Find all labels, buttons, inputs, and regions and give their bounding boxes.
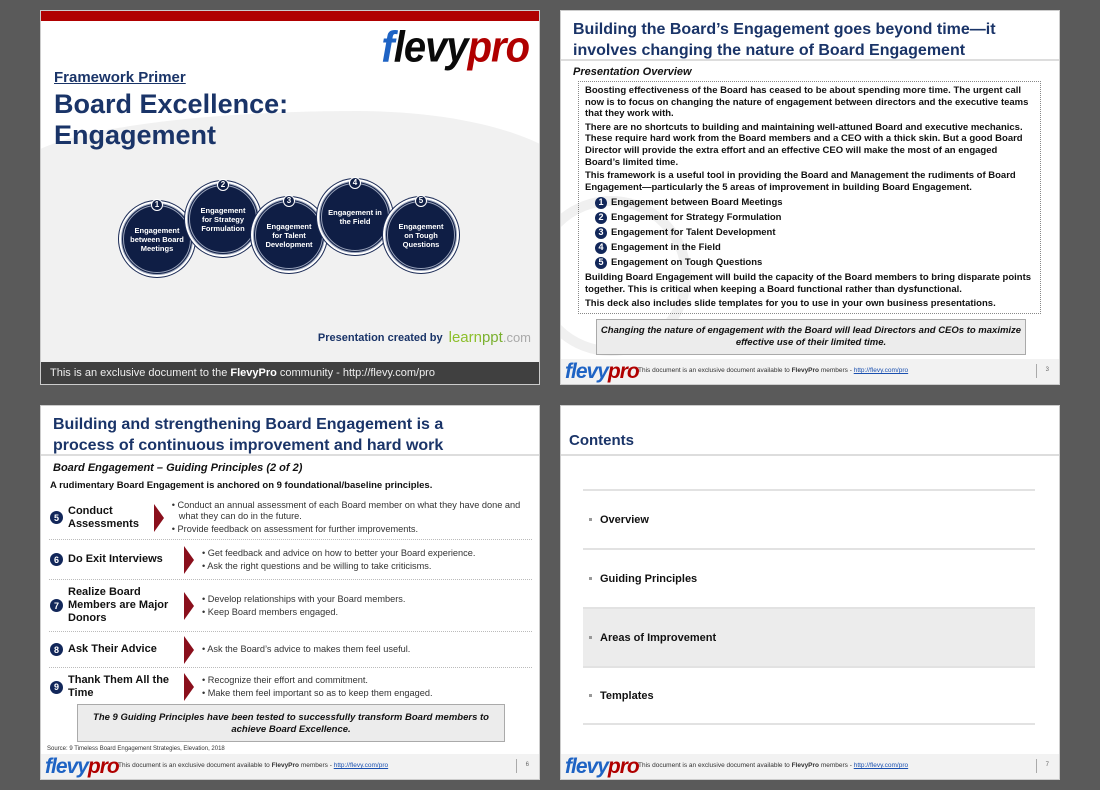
- slide-contents[interactable]: Contents Overview Guiding Principles Are…: [560, 405, 1060, 780]
- slide-footer: This is an exclusive document to the Fle…: [41, 362, 539, 384]
- number-badge: 1: [151, 199, 163, 211]
- overview-textbox: Boosting effectiveness of the Board has …: [578, 81, 1041, 314]
- areas-list: 1 Engagement between Board Meetings 2 Enga…: [585, 195, 1034, 270]
- flevy-link[interactable]: http://flevy.com/pro: [854, 367, 908, 374]
- principle-row: 5Conduct Assessments Conduct an annual a…: [49, 496, 532, 540]
- page-number: 3: [1045, 367, 1049, 373]
- slide-title: Building and strengthening Board Engagem…: [41, 406, 539, 456]
- principle-row: 6Do Exit Interviews Get feedback and adv…: [49, 540, 532, 580]
- flevypro-logo: flevypro: [381, 22, 530, 72]
- number-badge: 9: [50, 680, 63, 694]
- bullet-icon: [589, 518, 592, 521]
- engagement-circle: 3 Engagement for Talent Development: [253, 195, 325, 271]
- number-badge: 3: [595, 226, 607, 239]
- arrow-icon: [153, 503, 164, 532]
- header-divider: [561, 454, 1059, 456]
- slide-overview[interactable]: Building the Board’s Engagement goes bey…: [560, 10, 1060, 385]
- contents-list: Overview Guiding Principles Areas of Imp…: [583, 489, 1035, 725]
- slide-title[interactable]: flevypro Framework Primer Board Excellen…: [40, 10, 540, 385]
- top-accent-bar: [41, 11, 539, 21]
- callout-box: Changing the nature of engagement with t…: [596, 319, 1026, 355]
- slide-footer: flevypro This document is an exclusive d…: [561, 359, 1059, 384]
- toc-item-areas-of-improvement[interactable]: Areas of Improvement: [583, 607, 1035, 666]
- number-badge: 6: [50, 553, 63, 566]
- framework-primer-label: Framework Primer: [54, 69, 186, 86]
- slide-footer: flevypro This document is an exclusive d…: [561, 754, 1059, 779]
- number-badge: 7: [50, 599, 63, 612]
- principles-table: 5Conduct Assessments Conduct an annual a…: [49, 496, 532, 706]
- number-badge: 5: [415, 195, 427, 207]
- arrow-icon: [184, 635, 194, 664]
- slide-subtitle: Board Engagement – Guiding Principles (2…: [53, 462, 303, 474]
- engagement-circle: 2 Engagement for Strategy Formulation: [187, 179, 259, 255]
- page-number: 7: [1045, 762, 1049, 768]
- principle-row: 8Ask Their Advice Ask the Board’s advice…: [49, 632, 532, 668]
- divider: [1036, 759, 1037, 773]
- flevy-link[interactable]: http://flevy.com/pro: [334, 762, 388, 769]
- number-badge: 4: [595, 241, 607, 254]
- engagement-circle: 1 Engagement between Board Meetings: [121, 199, 193, 275]
- arrow-icon: [184, 545, 194, 574]
- source-note: Source: 9 Timeless Board Engagement Stra…: [47, 746, 225, 752]
- toc-item-templates[interactable]: Templates: [583, 666, 1035, 725]
- number-badge: 2: [217, 179, 229, 191]
- list-item: 4 Engagement in the Field: [595, 240, 1034, 255]
- list-item: 2 Engagement for Strategy Formulation: [595, 210, 1034, 225]
- learnppt-logo: learnppt.com: [448, 329, 531, 346]
- deck-title-line1: Board Excellence:: [54, 89, 289, 119]
- toc-item-overview[interactable]: Overview: [583, 489, 1035, 548]
- callout-box: The 9 Guiding Principles have been teste…: [77, 704, 505, 742]
- engagement-circle: 5 Engagement on Tough Questions: [385, 195, 457, 271]
- flevy-link[interactable]: http://flevy.com/pro: [854, 762, 908, 769]
- bullet-icon: [589, 636, 592, 639]
- number-badge: 3: [283, 195, 295, 207]
- list-item: 5 Engagement on Tough Questions: [595, 255, 1034, 270]
- principle-row: 9Thank Them All the Time Recognize their…: [49, 668, 532, 706]
- lead-text: A rudimentary Board Engagement is anchor…: [50, 480, 433, 491]
- slide-footer: flevypro This document is an exclusive d…: [41, 754, 539, 779]
- bullet-icon: [589, 577, 592, 580]
- deck-title-line2: Engagement: [54, 120, 217, 150]
- divider: [516, 759, 517, 773]
- presentation-credit: Presentation created by learnppt.com: [317, 329, 531, 346]
- flevypro-logo: flevypro: [565, 360, 640, 383]
- number-badge: 4: [349, 177, 361, 189]
- number-badge: 8: [50, 643, 63, 656]
- list-item: 1 Engagement between Board Meetings: [595, 195, 1034, 210]
- flevypro-logo: flevypro: [45, 755, 120, 778]
- slide-title: Contents: [569, 432, 634, 449]
- arrow-icon: [184, 673, 194, 701]
- principle-row: 7 Realize Board Members are Major Donors …: [49, 580, 532, 632]
- flevypro-logo: flevypro: [565, 755, 640, 778]
- slide-guiding-principles[interactable]: Building and strengthening Board Engagem…: [40, 405, 540, 780]
- deck-title: Board Excellence: Engagement: [54, 89, 288, 151]
- number-badge: 2: [595, 211, 607, 224]
- divider: [1036, 364, 1037, 378]
- engagement-circles: 1 Engagement between Board Meetings 2 Enga…: [121, 177, 457, 281]
- arrow-icon: [184, 591, 194, 620]
- page-number: 6: [525, 762, 529, 768]
- slide-title: Building the Board’s Engagement goes bey…: [561, 11, 1059, 61]
- number-badge: 1: [595, 196, 607, 209]
- list-item: 3 Engagement for Talent Development: [595, 225, 1034, 240]
- number-badge: 5: [595, 256, 607, 269]
- engagement-circle: 4 Engagement in the Field: [319, 177, 391, 253]
- number-badge: 5: [50, 511, 63, 524]
- bullet-icon: [589, 694, 592, 697]
- toc-item-guiding-principles[interactable]: Guiding Principles: [583, 548, 1035, 607]
- slide-subtitle: Presentation Overview: [573, 66, 692, 78]
